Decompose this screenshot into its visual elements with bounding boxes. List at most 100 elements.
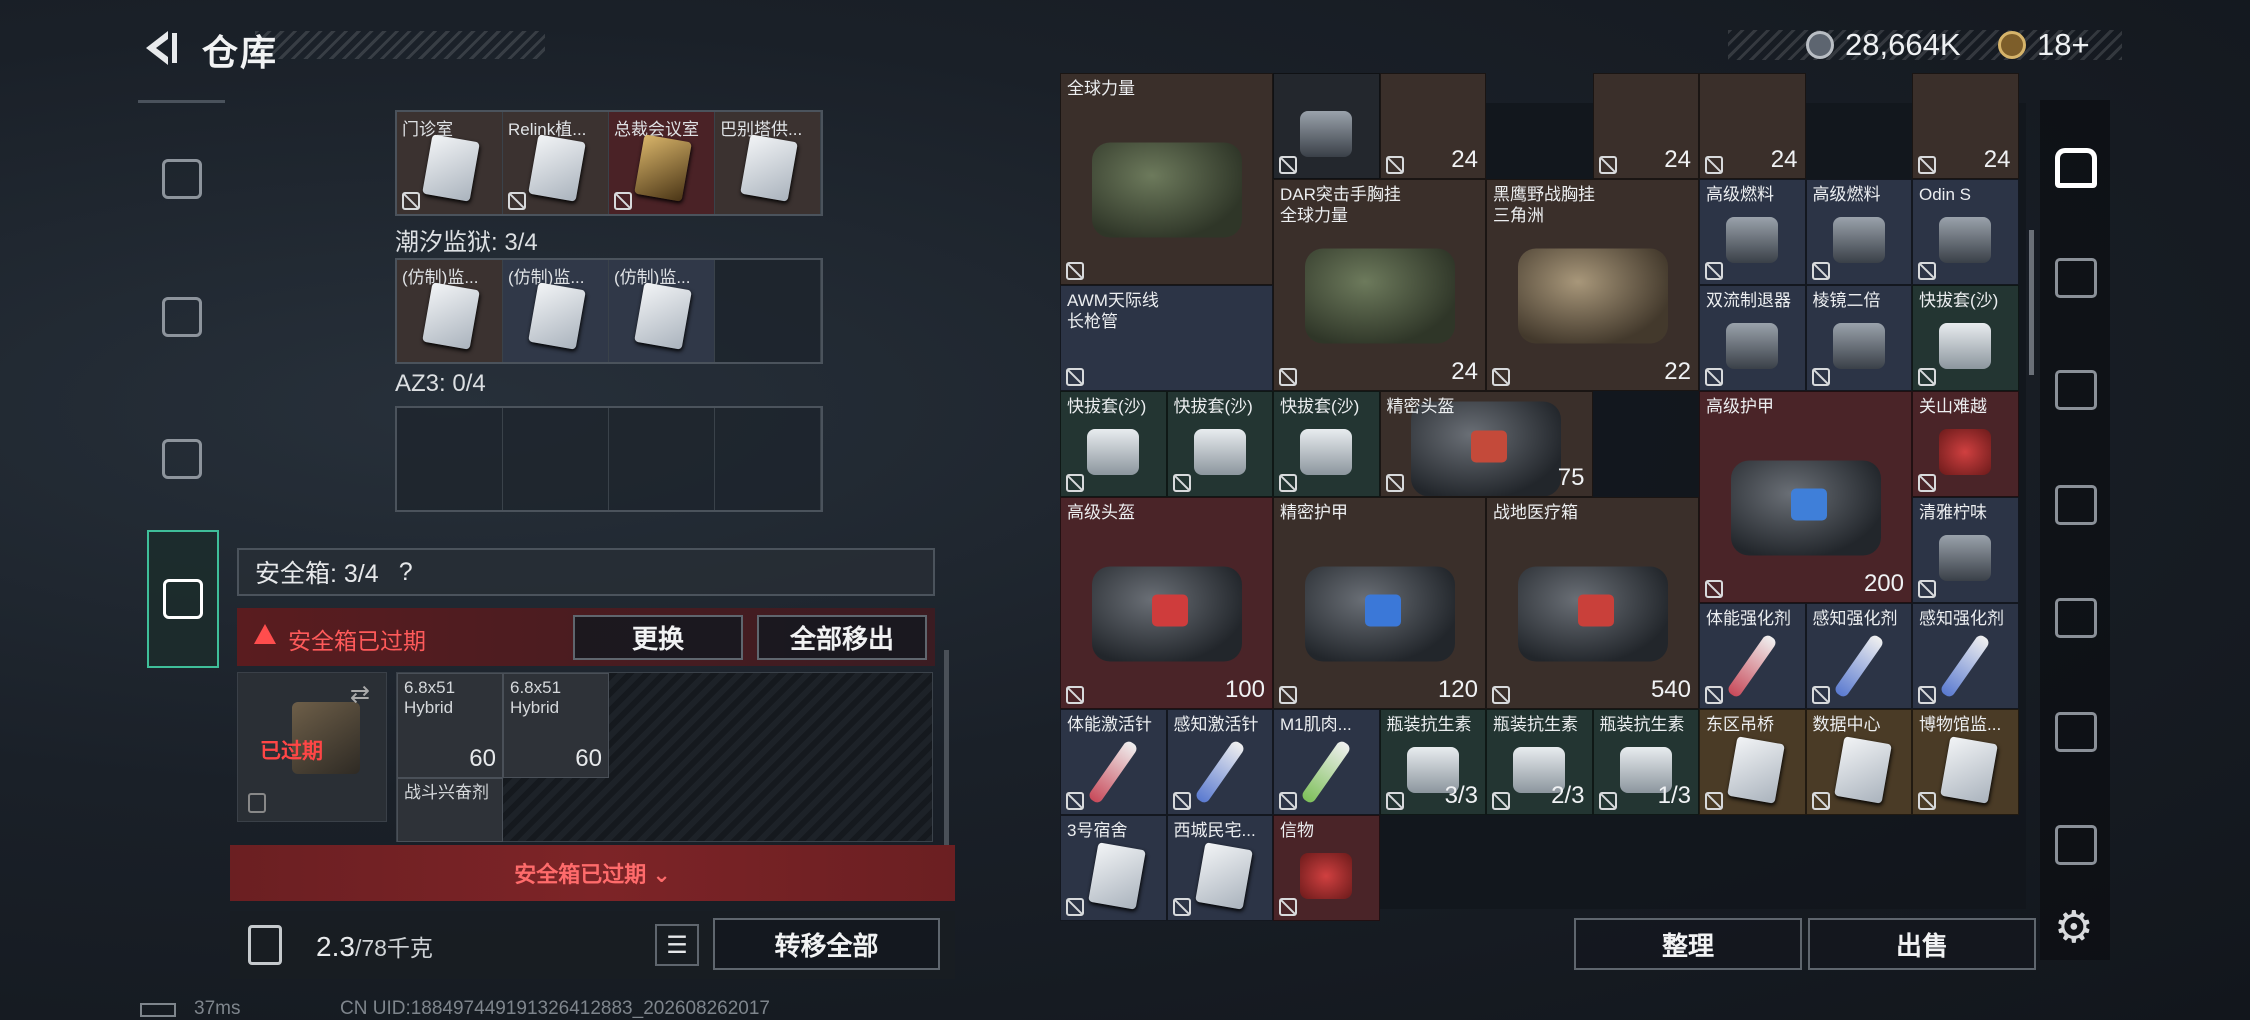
item-bag-icon <box>1730 460 1881 555</box>
stash-item[interactable]: 快拔套(沙) <box>1912 285 2019 391</box>
list-view-icon[interactable]: ☰ <box>655 924 699 966</box>
stash-item[interactable]: 全球力量 <box>1060 73 1273 285</box>
item-name: 感知强化剂 <box>1919 609 2004 628</box>
keycard-icon <box>528 282 586 350</box>
rail-backpack-tab[interactable] <box>138 390 225 528</box>
stash-item[interactable]: 博物馆监... <box>1912 709 2019 815</box>
stash-item[interactable]: 西城民宅... <box>1166 815 1273 921</box>
replace-button[interactable]: 更换 <box>573 615 743 660</box>
transfer-all-button[interactable]: 转移全部 <box>713 918 940 970</box>
item-icon <box>1300 853 1353 900</box>
no-sell-icon <box>1705 368 1723 386</box>
no-sell-icon <box>1385 474 1404 492</box>
stash-item[interactable]: 24 <box>1912 73 2019 179</box>
stash-item[interactable]: 清雅柠味 <box>1912 497 2019 603</box>
no-sell-icon <box>1172 792 1191 810</box>
stash-item[interactable]: 体能强化剂 <box>1699 603 1806 709</box>
stash-item[interactable]: 高级燃料 <box>1699 179 1806 285</box>
stash-item[interactable]: 双流制退器 <box>1699 285 1806 391</box>
stash-item[interactable]: 高级头盔 100 <box>1060 497 1273 709</box>
rail-armor-tab[interactable] <box>138 248 225 386</box>
stash-page-2-icon[interactable] <box>2055 258 2097 298</box>
tickets-value[interactable]: 18+ <box>2037 27 2090 63</box>
empty-slot[interactable] <box>503 408 609 510</box>
empty-slot[interactable] <box>397 408 503 510</box>
stash-page-7-icon[interactable] <box>2055 825 2097 865</box>
location-card-slot[interactable]: 总裁会议室 <box>609 112 715 214</box>
safebox-item[interactable]: 战斗兴奋剂 <box>397 778 503 842</box>
expired-banner[interactable]: 安全箱已过期 ⌄ <box>230 845 955 901</box>
item-icon <box>1939 217 1992 264</box>
stash-page-4-icon[interactable] <box>2055 370 2097 410</box>
rail-safebox-tab[interactable] <box>147 530 219 668</box>
item-count: 24 <box>1451 358 1478 385</box>
stash-item[interactable]: 24 <box>1592 73 1699 179</box>
stash-item[interactable]: 感知强化剂 <box>1912 603 2019 709</box>
stash-item[interactable]: 关山难越 <box>1912 391 2019 497</box>
stash-item[interactable]: M1肌肉... <box>1273 709 1380 815</box>
stash-home-icon[interactable] <box>2055 148 2097 188</box>
location-card-slot[interactable]: 门诊室 <box>397 112 503 214</box>
tidy-button[interactable]: 整理 <box>1574 918 1802 970</box>
stash-item[interactable]: 24 <box>1699 73 1806 179</box>
stash-item[interactable]: 信物 <box>1273 815 1380 921</box>
location-card-slot[interactable]: (仿制)监... <box>609 260 715 362</box>
item-patch-icon <box>1577 594 1614 627</box>
stash-item[interactable]: 3号宿舍 <box>1060 815 1167 921</box>
stash-item[interactable]: 精密头盔 75 <box>1379 391 1593 497</box>
stash-item[interactable]: DAR突击手胸挂 全球力量 24 <box>1273 179 1486 391</box>
stash-item[interactable]: 高级护甲 200 <box>1699 391 1912 603</box>
safebox-grid: 6.8x51 Hybrid 60 6.8x51 Hybrid 60 战斗兴奋剂 <box>396 672 933 842</box>
safebox-item[interactable]: 6.8x51 Hybrid 60 <box>503 673 609 778</box>
item-name: 双流制退器 <box>1706 291 1791 310</box>
empty-slot[interactable] <box>715 408 821 510</box>
tide-prison-row: (仿制)监... (仿制)监... (仿制)监... <box>395 258 823 364</box>
stash-item[interactable]: 瓶装抗生素 3/3 <box>1379 709 1486 815</box>
stash-item[interactable]: 战地医疗箱 540 <box>1486 497 1699 709</box>
stash-item[interactable]: 体能激活针 <box>1060 709 1167 815</box>
item-name: 黑鹰野战胸挂 三角洲 <box>1493 185 1595 225</box>
remove-all-button[interactable]: 全部移出 <box>757 615 927 660</box>
location-card-slot[interactable]: (仿制)监... <box>397 260 503 362</box>
stash-item[interactable]: 快拔套(沙) <box>1273 391 1380 497</box>
gear-icon[interactable]: ⚙ <box>2054 902 2093 953</box>
stash-item[interactable]: 感知激活针 <box>1166 709 1273 815</box>
sell-button[interactable]: 出售 <box>1808 918 2036 970</box>
safebox-item[interactable]: 6.8x51 Hybrid 60 <box>397 673 503 778</box>
stash-scrollbar[interactable] <box>2029 230 2034 375</box>
stash-item[interactable]: 快拔套(沙) <box>1060 391 1167 497</box>
stash-item[interactable]: 东区吊桥 <box>1699 709 1806 815</box>
item-name: 感知激活针 <box>1173 715 1259 734</box>
stash-item[interactable]: 瓶装抗生素 2/3 <box>1486 709 1593 815</box>
item-count: 100 <box>1224 676 1265 703</box>
stash-item[interactable]: Odin S <box>1912 179 2019 285</box>
rail-weapon-tab[interactable] <box>138 110 225 248</box>
stash-item[interactable]: 黑鹰野战胸挂 三角洲 22 <box>1486 179 1699 391</box>
ping-value: 37ms <box>194 998 241 1019</box>
stash-item[interactable]: 24 <box>1379 73 1486 179</box>
empty-slot[interactable] <box>609 408 715 510</box>
stash-item[interactable]: AWM天际线 长枪管 <box>1060 285 1273 391</box>
stash-item[interactable]: 快拔套(沙) <box>1166 391 1273 497</box>
stash-item[interactable]: 精密护甲 120 <box>1273 497 1486 709</box>
stash-page-6-icon[interactable] <box>2055 712 2097 752</box>
back-icon[interactable] <box>138 25 184 71</box>
stash-page-5-icon[interactable] <box>2055 598 2097 638</box>
location-card-slot[interactable]: Relink植... <box>503 112 609 214</box>
location-card-slot[interactable]: (仿制)监... <box>503 260 609 362</box>
stash-page-3-icon[interactable] <box>2055 485 2097 525</box>
top-location-row: 门诊室 Relink植... 总裁会议室 巴别塔供... <box>395 110 823 216</box>
stash-item[interactable]: 数据中心 <box>1805 709 1912 815</box>
item-bag-icon <box>1517 566 1668 661</box>
stash-item[interactable]: 高级燃料 <box>1805 179 1912 285</box>
stash-item[interactable]: 瓶装抗生素 1/3 <box>1592 709 1699 815</box>
help-icon[interactable]: ? <box>393 558 419 587</box>
stash-item[interactable] <box>1273 73 1380 179</box>
stash-item[interactable]: 感知强化剂 <box>1805 603 1912 709</box>
location-card-slot[interactable]: 巴别塔供... <box>715 112 821 214</box>
swap-icon[interactable]: ⇄ <box>350 680 370 709</box>
left-scrollbar[interactable] <box>944 650 949 845</box>
item-name: 精密护甲 <box>1280 503 1348 522</box>
stash-item[interactable]: 棱镜二倍 <box>1805 285 1912 391</box>
empty-slot[interactable] <box>715 260 821 362</box>
